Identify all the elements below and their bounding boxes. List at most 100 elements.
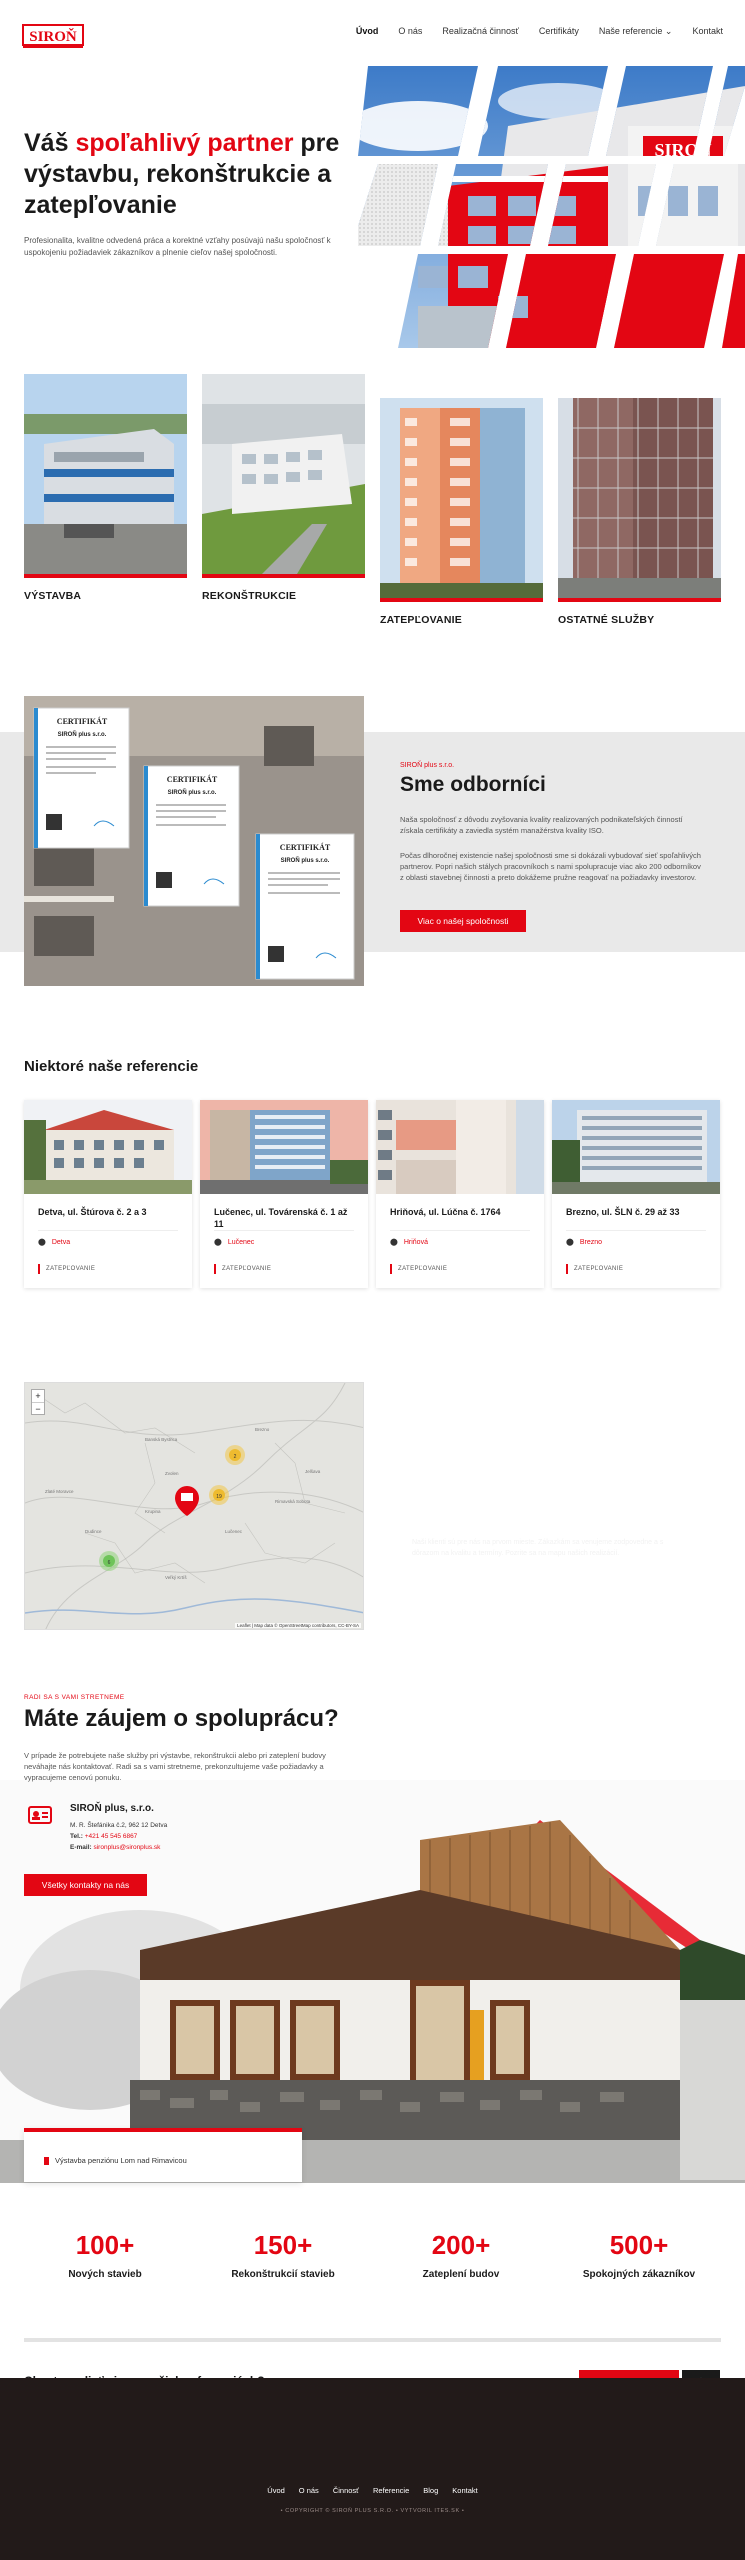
contact-phone: Tel.: +421 45 545 6867 bbox=[70, 1833, 137, 1840]
reference-location-text: Brezno bbox=[579, 1238, 603, 1246]
service-accent-bar bbox=[24, 574, 187, 578]
nav-item-o-nas[interactable]: O nás bbox=[398, 26, 422, 37]
reference-location: ⬤ Hriňová bbox=[390, 1238, 428, 1247]
svg-text:Zvolen: Zvolen bbox=[165, 1471, 179, 1476]
service-accent-bar bbox=[558, 598, 721, 602]
reference-card-brezno[interactable]: Brezno, ul. ŠLN č. 29 až 33 ⬤ Brezno ZATE… bbox=[552, 1100, 720, 1288]
svg-text:Dudince: Dudince bbox=[85, 1529, 102, 1534]
service-accent-bar bbox=[380, 598, 543, 602]
svg-text:Brezno: Brezno bbox=[255, 1427, 270, 1432]
certificate-doc-2: CERTIFIKÁT SIROŇ plus s.r.o. bbox=[143, 765, 240, 907]
nav-item-nase-referencie[interactable]: Naše referencie ⌄ bbox=[599, 26, 673, 37]
email-link[interactable]: sironplus@sironplus.sk bbox=[93, 1844, 160, 1851]
divider bbox=[566, 1230, 706, 1231]
reference-card-hrinova[interactable]: Hriňová, ul. Lúčna č. 1764 ⬤ Hriňová ZATE… bbox=[376, 1100, 544, 1288]
hero-collage-image: SIROŇ bbox=[358, 66, 745, 348]
map-tiles: 2 19 6 Banská Bystrica Brezno Zvolen Luč… bbox=[25, 1383, 363, 1629]
email-label: E-mail: bbox=[70, 1844, 92, 1851]
footer-nav-blog[interactable]: Blog bbox=[423, 2486, 438, 2495]
contact-address: M. R. Štefánika č.2, 962 12 Detva bbox=[70, 1822, 168, 1829]
svg-text:Jelšava: Jelšava bbox=[305, 1469, 321, 1474]
map-pin-icon: ⬤ bbox=[214, 1239, 222, 1246]
map-pin-icon: ⬤ bbox=[390, 1239, 398, 1246]
stat-label: Spokojných zákazníkov bbox=[582, 2269, 696, 2280]
footer-nav-kontakt[interactable]: Kontakt bbox=[452, 2486, 477, 2495]
footer-nav-cinnost[interactable]: Činnosť bbox=[333, 2486, 359, 2495]
svg-text:CERTIFIKÁT: CERTIFIKÁT bbox=[57, 716, 108, 726]
service-ostatne-sluzby[interactable]: OSTATNÉ SLUŽBY bbox=[558, 398, 721, 626]
footer-nav-referencie[interactable]: Referencie bbox=[373, 2486, 409, 2495]
about-paragraph-2: Počas dlhoročnej existencie našej spoloč… bbox=[400, 851, 701, 882]
stat-label: Nových stavieb bbox=[68, 2269, 142, 2280]
footer-nav-uvod[interactable]: Úvod bbox=[267, 2486, 285, 2495]
service-label: OSTATNÉ SLUŽBY bbox=[558, 614, 655, 626]
references-map[interactable]: 2 19 6 Banská Bystrica Brezno Zvolen Luč… bbox=[24, 1382, 364, 1630]
zoom-out-button[interactable]: − bbox=[32, 1403, 44, 1415]
svg-text:CERTIFIKÁT: CERTIFIKÁT bbox=[167, 774, 218, 784]
reference-tag: ZATEPĽOVANIE bbox=[390, 1264, 447, 1274]
site-header: SIROŇ Úvod O nás Realizačná činnosť Cert… bbox=[0, 0, 745, 68]
bookmark-icon bbox=[44, 2156, 49, 2165]
reference-title: Brezno, ul. ŠLN č. 29 až 33 bbox=[566, 1207, 680, 1217]
reference-tag: ZATEPĽOVANIE bbox=[214, 1264, 271, 1274]
hero-title-part: Váš bbox=[24, 129, 76, 157]
references-title: Niektoré naše referencie bbox=[24, 1058, 199, 1075]
about-eyebrow: SIROŇ plus s.r.o. bbox=[400, 762, 455, 769]
svg-text:SIROŇ: SIROŇ bbox=[654, 139, 711, 160]
reference-card-detva[interactable]: Detva, ul. Štúrova č. 2 a 3 ⬤ Detva ZATEP… bbox=[24, 1100, 192, 1288]
map-attribution[interactable]: Leaflet | Map data © OpenStreetMap contr… bbox=[235, 1623, 361, 1628]
siron-logo[interactable]: SIROŇ bbox=[22, 22, 84, 50]
nav-item-certifikaty[interactable]: Certifikáty bbox=[539, 26, 579, 37]
stat-insulations: 200+ Zateplení budov bbox=[376, 2230, 546, 2280]
svg-text:Krupina: Krupina bbox=[145, 1509, 161, 1514]
reference-card-lucenec[interactable]: Lučenec, ul. Továrenská č. 1 až 11 ⬤ Luče… bbox=[200, 1100, 368, 1288]
contact-title: Máte záujem o spoluprácu? bbox=[24, 1705, 339, 1732]
zoom-in-button[interactable]: + bbox=[32, 1390, 44, 1403]
service-accent-bar bbox=[202, 574, 365, 578]
reference-tag: ZATEPĽOVANIE bbox=[566, 1264, 623, 1274]
all-contacts-button[interactable]: Všetky kontakty na nás bbox=[24, 1874, 147, 1896]
service-vystavba[interactable]: VÝSTAVBA bbox=[24, 374, 187, 602]
service-rekonstrukcie[interactable]: REKONŠTRUKCIE bbox=[202, 374, 365, 602]
service-image bbox=[202, 374, 365, 574]
about-title: Sme odborníci bbox=[400, 773, 546, 796]
svg-text:Banská Bystrica: Banská Bystrica bbox=[145, 1437, 178, 1442]
svg-text:Lučenec: Lučenec bbox=[225, 1529, 243, 1534]
about-more-button[interactable]: Viac o našej spoločnosti bbox=[400, 910, 526, 932]
reference-location: ⬤ Detva bbox=[38, 1238, 71, 1247]
contact-eyebrow: RADI SA S VAMI STRETNEME bbox=[24, 1694, 125, 1701]
reference-location: ⬤ Lučenec bbox=[214, 1238, 254, 1247]
map-pin-icon: ⬤ bbox=[38, 1239, 46, 1246]
divider bbox=[390, 1230, 530, 1231]
service-image bbox=[380, 398, 543, 598]
phone-link[interactable]: +421 45 545 6867 bbox=[85, 1833, 138, 1840]
svg-text:Zlaté Moravce: Zlaté Moravce bbox=[45, 1489, 74, 1494]
map-zoom-controls: + − bbox=[31, 1389, 45, 1415]
footer-nav-o-nas[interactable]: O nás bbox=[299, 2486, 319, 2495]
stat-number: 500+ bbox=[609, 2230, 669, 2260]
service-label: ZATEPĽOVANIE bbox=[380, 614, 462, 626]
reference-location-text: Detva bbox=[51, 1238, 71, 1246]
nav-item-uvod[interactable]: Úvod bbox=[356, 26, 379, 37]
logo-mark: SIROŇ bbox=[22, 24, 84, 48]
reference-tag: ZATEPĽOVANIE bbox=[38, 1264, 95, 1274]
svg-text:CERTIFIKÁT: CERTIFIKÁT bbox=[280, 842, 331, 852]
service-zateplovanie[interactable]: ZATEPĽOVANIE bbox=[380, 398, 543, 626]
reference-title: Hriňová, ul. Lúčna č. 1764 bbox=[390, 1207, 501, 1217]
photo-caption: Výstavba penziónu Lom nad Rimavicou bbox=[24, 2128, 302, 2182]
nav-item-kontakt[interactable]: Kontakt bbox=[692, 26, 723, 37]
svg-text:19: 19 bbox=[216, 1494, 222, 1500]
certificates-image: CERTIFIKÁT SIROŇ plus s.r.o. CERTIFIKÁT … bbox=[24, 696, 364, 986]
nav-item-realizacna-cinnost[interactable]: Realizačná činnosť bbox=[442, 26, 518, 37]
service-label: REKONŠTRUKCIE bbox=[202, 590, 297, 602]
svg-text:SIROŇ plus s.r.o.: SIROŇ plus s.r.o. bbox=[281, 856, 330, 864]
reference-image bbox=[200, 1100, 368, 1194]
hero-title: Váš spoľahlivý partner pre výstavbu, rek… bbox=[24, 128, 354, 221]
certificate-doc-3: CERTIFIKÁT SIROŇ plus s.r.o. bbox=[255, 833, 355, 980]
svg-text:Rimavská Sobota: Rimavská Sobota bbox=[275, 1499, 311, 1504]
certificate-doc-1: CERTIFIKÁT SIROŇ plus s.r.o. bbox=[33, 707, 130, 849]
svg-text:SIROŇ plus s.r.o.: SIROŇ plus s.r.o. bbox=[58, 730, 107, 738]
divider bbox=[38, 1230, 178, 1231]
service-image bbox=[24, 374, 187, 574]
contact-card-icon bbox=[28, 1806, 52, 1824]
